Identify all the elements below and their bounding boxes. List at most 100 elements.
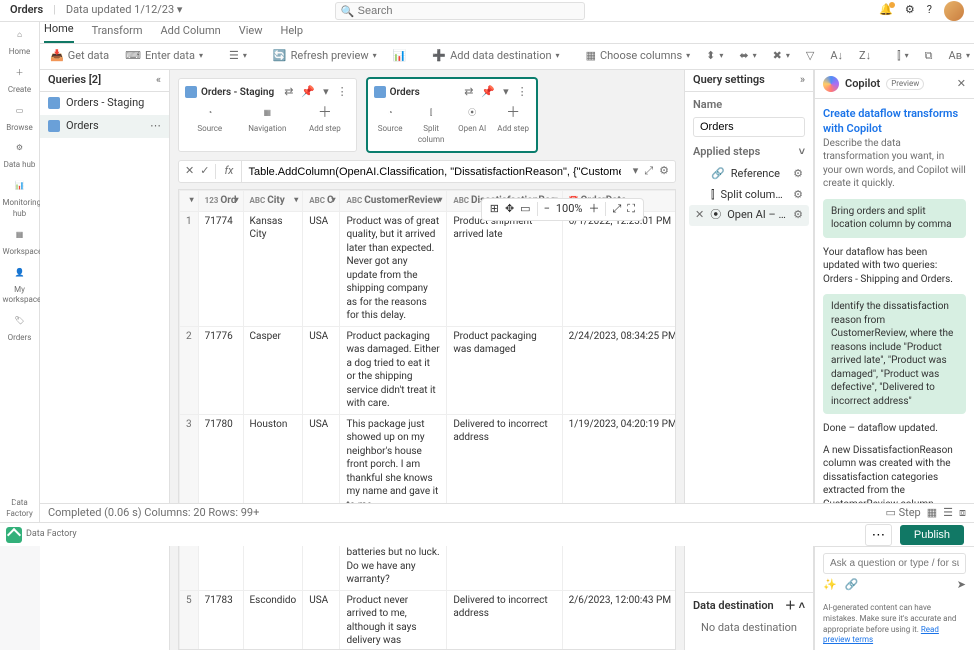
chevron-down-icon[interactable]: ▾: [321, 85, 331, 100]
sort-asc-button[interactable]: A↓: [824, 46, 849, 67]
table-view-icon[interactable]: ▦: [927, 506, 937, 521]
table-row[interactable]: 271776CasperUSAProduct packaging was dam…: [180, 326, 677, 414]
notifications-icon[interactable]: 🔔: [879, 3, 893, 18]
split-column-button[interactable]: ⫿: [891, 46, 915, 67]
zoom-out-icon[interactable]: −: [544, 202, 550, 217]
zoom-in-icon[interactable]: ＋: [588, 202, 599, 217]
menu-tab-add-column[interactable]: Add Column: [161, 24, 221, 43]
data-updated-label[interactable]: Data updated 1/12/23: [66, 3, 183, 18]
applied-step[interactable]: ✕⦿Open AI – Dissatisfacti...⚙: [689, 205, 809, 226]
link-icon[interactable]: ⇄: [462, 85, 475, 100]
nav-workspaces[interactable]: ▦Workspaces: [3, 226, 37, 262]
pin-icon[interactable]: 📌: [299, 85, 317, 100]
query-item[interactable]: Orders⋯: [40, 115, 169, 138]
map-icon[interactable]: ▭: [520, 202, 530, 217]
formula-dropdown-icon[interactable]: ▾: [633, 164, 639, 179]
chevron-down-icon[interactable]: ▾: [501, 85, 511, 100]
filter-button[interactable]: ▽: [800, 46, 820, 67]
collapse-settings-icon[interactable]: »: [800, 73, 805, 88]
publish-button[interactable]: Publish: [900, 525, 964, 545]
formula-cancel-icon[interactable]: ✕: [185, 164, 194, 179]
breadcrumb[interactable]: Orders: [10, 3, 43, 18]
step-view-icon[interactable]: ▭ Step: [885, 506, 920, 521]
data-type-button[interactable]: Aв: [943, 46, 974, 67]
step-settings-icon[interactable]: ⚙: [793, 167, 803, 182]
stage-step[interactable]: ⦿Open AI: [454, 104, 491, 148]
group-by-button[interactable]: ⧉: [919, 46, 939, 67]
fx-icon[interactable]: fx: [216, 161, 242, 182]
table-row[interactable]: 171774Kansas CityUSAProduct was of great…: [180, 211, 677, 326]
collapse-steps-icon[interactable]: ˅: [799, 145, 805, 160]
get-data-button[interactable]: 📥 Get data: [44, 46, 115, 67]
stage-step[interactable]: ◔Source: [183, 104, 237, 137]
applied-step[interactable]: 🔗Reference⚙: [689, 164, 809, 185]
diagram-view-icon[interactable]: ⧈: [959, 506, 966, 521]
remove-rows-button[interactable]: ✖: [767, 46, 796, 67]
help-icon[interactable]: ?: [927, 3, 932, 18]
copilot-intro-link[interactable]: Create dataflow transforms with Copilot: [823, 107, 966, 137]
keep-rows-button[interactable]: ⬌: [733, 46, 762, 67]
stage-step[interactable]: ＋Add step: [298, 104, 352, 137]
more-icon[interactable]: ⋮: [335, 85, 350, 100]
nav-my-workspace[interactable]: 👤My workspace: [3, 264, 37, 311]
options-button[interactable]: ☰: [223, 46, 253, 67]
stage-step[interactable]: ▦Navigation: [241, 104, 295, 137]
nav-monitoring-hub[interactable]: 📊Monitoring hub: [3, 177, 37, 224]
menu-tab-help[interactable]: Help: [281, 24, 304, 43]
step-settings-icon[interactable]: ⚙: [793, 208, 803, 223]
nav-home[interactable]: ⌂Home: [3, 26, 37, 62]
nav-create[interactable]: ＋Create: [3, 64, 37, 100]
collapse-destination-icon[interactable]: ˄: [799, 599, 805, 612]
sort-desc-button[interactable]: Z↓: [853, 46, 877, 67]
search-input[interactable]: [335, 2, 585, 20]
fit-icon[interactable]: ⊞: [490, 202, 499, 217]
formula-settings-icon[interactable]: ⚙: [659, 164, 669, 179]
collapse-queries-icon[interactable]: «: [156, 73, 161, 88]
add-data-destination-button[interactable]: ➕ Add data destination: [426, 46, 565, 67]
stage-step[interactable]: ⫿Split column: [413, 104, 450, 148]
query-name-input[interactable]: [693, 117, 805, 137]
menu-tab-transform[interactable]: Transform: [92, 24, 143, 43]
table-row[interactable]: 371780HoustonUSAThis package just showed…: [180, 414, 677, 516]
more-options-button[interactable]: ⋯: [865, 524, 892, 546]
attach-icon[interactable]: 🔗: [845, 578, 859, 593]
menu-tab-view[interactable]: View: [239, 24, 263, 43]
data-grid[interactable]: 123OrdABCCityABCCABCCustomerReviewABCDis…: [178, 189, 676, 650]
pan-icon[interactable]: ✥: [505, 202, 514, 217]
pin-icon[interactable]: 📌: [479, 85, 497, 100]
column-header[interactable]: ABCCustomerReview: [340, 191, 447, 212]
expand-icon[interactable]: ⤢: [612, 202, 621, 217]
stage-step[interactable]: ◔Source: [372, 104, 409, 148]
copilot-input[interactable]: [823, 553, 966, 574]
sparkle-icon[interactable]: ✨: [823, 578, 837, 593]
stage-card[interactable]: Orders⇄📌▾⋮◔Source⫿Split column⦿Open AI＋A…: [367, 78, 537, 152]
add-destination-icon[interactable]: ＋: [785, 599, 796, 612]
query-item[interactable]: Orders - Staging: [40, 92, 169, 115]
close-icon[interactable]: ✕: [957, 77, 966, 92]
schema-view-icon[interactable]: ☰: [943, 506, 953, 521]
reduce-rows-button[interactable]: ⬍: [700, 46, 729, 67]
stage-card[interactable]: Orders - Staging⇄📌▾⋮◔Source▦Navigation＋A…: [178, 78, 357, 152]
more-icon[interactable]: ⋮: [515, 85, 530, 100]
formula-input[interactable]: [242, 163, 626, 181]
nav-data-factory[interactable]: Data Factory: [3, 494, 37, 524]
column-header[interactable]: ABCCity: [243, 191, 303, 212]
applied-step[interactable]: ⫿Split column by...⚙: [689, 185, 809, 206]
fullscreen-icon[interactable]: ⛶: [627, 202, 635, 217]
settings-icon[interactable]: ⚙: [905, 3, 915, 18]
send-icon[interactable]: ➤: [957, 578, 966, 593]
choose-columns-button[interactable]: ▦ Choose columns: [580, 46, 697, 67]
step-settings-icon[interactable]: ⚙: [793, 188, 803, 203]
link-icon[interactable]: ⇄: [282, 85, 295, 100]
nav-orders[interactable]: 🏷Orders: [3, 312, 37, 348]
column-header[interactable]: ABCC: [303, 191, 340, 212]
delete-step-icon[interactable]: ✕: [695, 208, 704, 223]
column-header[interactable]: 123Ord: [198, 191, 243, 212]
manage-button[interactable]: 📊: [387, 46, 413, 67]
menu-tab-home[interactable]: Home: [44, 22, 74, 43]
avatar[interactable]: [944, 1, 964, 21]
refresh-preview-button[interactable]: 🔄 Refresh preview: [267, 46, 383, 67]
more-icon[interactable]: ⋯: [150, 119, 161, 134]
stage-step[interactable]: ＋Add step: [495, 104, 532, 148]
formula-confirm-icon[interactable]: ✓: [200, 164, 209, 179]
